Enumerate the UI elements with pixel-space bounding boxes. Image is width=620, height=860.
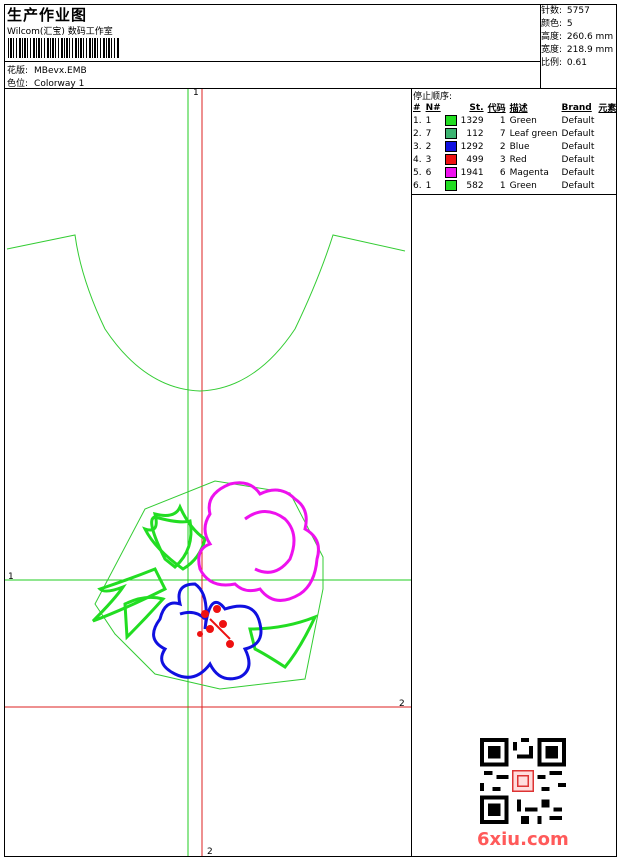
row-index: 4. [413,154,422,165]
row-stitches: 1941 [460,167,484,178]
row-needle: 1 [425,180,432,191]
colorway-label: 色位: [7,79,29,89]
row-needle: 1 [425,115,432,126]
row-brand: Default [561,180,595,191]
neckline-outline [6,234,406,392]
axis-label-left-green: 1 [8,572,14,582]
color-swatch [444,141,457,152]
stat-width: 宽度: 218.9 mm [541,45,614,55]
col-element: 元素 [598,104,617,114]
row-code: 2 [499,141,506,152]
row-stitches: 499 [466,154,484,165]
row-swatch [443,114,459,127]
row-needle: 2 [425,141,432,152]
col-brand: Brand [561,102,592,113]
row-desc: Magenta [509,167,549,178]
row-index: 6. [413,180,422,191]
row-desc: Blue [509,141,530,152]
row-index: 1. [413,115,422,126]
design-stats: 针数: 5757 颜色: 5 高度: 260.6 mm 宽度: 218.9 mm… [541,5,613,70]
col-needle: N# [425,102,441,113]
col-desc: 描述 [509,104,528,114]
row-element [596,166,618,179]
meta-divider [4,61,541,62]
stat-height: 高度: 260.6 mm [541,32,614,42]
colorway-value: Colorway 1 [34,79,85,89]
axis-label-bottom-red: 2 [207,847,213,857]
design-file: MBevx.EMB [34,66,87,76]
row-element [596,179,618,192]
color-swatch [444,154,457,165]
color-swatch [444,128,457,139]
color-swatch [444,180,457,191]
row-brand: Default [561,167,595,178]
barcode [8,38,120,58]
col-swatch [443,101,459,114]
page-title: 生产作业图 [7,6,88,24]
qr-code [480,738,566,824]
col-code: 代码 [487,104,506,114]
col-stitches: St. [469,102,484,113]
design-canvas [5,89,411,856]
axis-label-right-red: 2 [399,699,405,709]
row-desc: Green [509,115,537,126]
table-row: 6. 1 582 1 Green Default [411,179,618,192]
row-desc: Green [509,180,537,191]
row-code: 6 [499,167,506,178]
table-row: 4. 3 499 3 Red Default [411,153,618,166]
row-code: 7 [499,128,506,139]
row-desc: Leaf green [509,128,558,139]
row-swatch [443,153,459,166]
col-index: # [413,102,421,113]
row-stitches: 112 [466,128,484,139]
row-stitches: 1292 [460,141,484,152]
stop-sequence-table: # N# St. 代码 描述 Brand 元素 1. 1 1329 1 Green Def… [411,101,618,192]
row-swatch [443,179,459,192]
row-needle: 7 [425,128,432,139]
table-header-row: # N# St. 代码 描述 Brand 元素 [411,101,618,115]
row-brand: Default [561,115,595,126]
row-code: 1 [499,180,506,191]
design-label: 花版: [7,66,29,76]
table-row: 2. 7 112 7 Leaf green Default [411,127,618,140]
axis-label-top-green: 1 [193,88,199,98]
row-index: 2. [413,128,422,139]
row-index: 3. [413,141,422,152]
color-swatch [444,167,457,178]
table-row: 1. 1 1329 1 Green Default [411,114,618,127]
table-row: 3. 2 1292 2 Blue Default [411,140,618,153]
row-element [596,140,618,153]
stat-stitches: 针数: 5757 [541,6,590,16]
row-swatch [443,166,459,179]
color-swatch [444,115,457,126]
row-element [596,153,618,166]
row-brand: Default [561,141,595,152]
colorway-row: 色位: Colorway 1 [7,76,84,89]
row-element [596,127,618,140]
company-name: Wilcom(汇宝) 数码工作室 [7,27,113,37]
row-code: 1 [499,115,506,126]
magenta-flower [197,481,320,602]
row-index: 5. [413,167,422,178]
table-row: 5. 6 1941 6 Magenta Default [411,166,618,179]
red-stamen [197,605,234,648]
sequence-bottom-divider [411,194,617,195]
stat-scale: 比例: 0.61 [541,58,587,68]
design-row: 花版: MBevx.EMB [7,63,87,76]
row-code: 3 [499,154,506,165]
row-stitches: 582 [466,180,484,191]
row-desc: Red [509,154,527,165]
row-needle: 3 [425,154,432,165]
row-brand: Default [561,154,595,165]
row-element [596,114,618,127]
row-brand: Default [561,128,595,139]
site-watermark: 6xiu.com [477,829,569,850]
row-swatch [443,140,459,153]
row-stitches: 1329 [460,115,484,126]
row-needle: 6 [425,167,432,178]
row-swatch [443,127,459,140]
panel-divider [411,88,412,857]
stat-colors: 颜色: 5 [541,19,573,29]
